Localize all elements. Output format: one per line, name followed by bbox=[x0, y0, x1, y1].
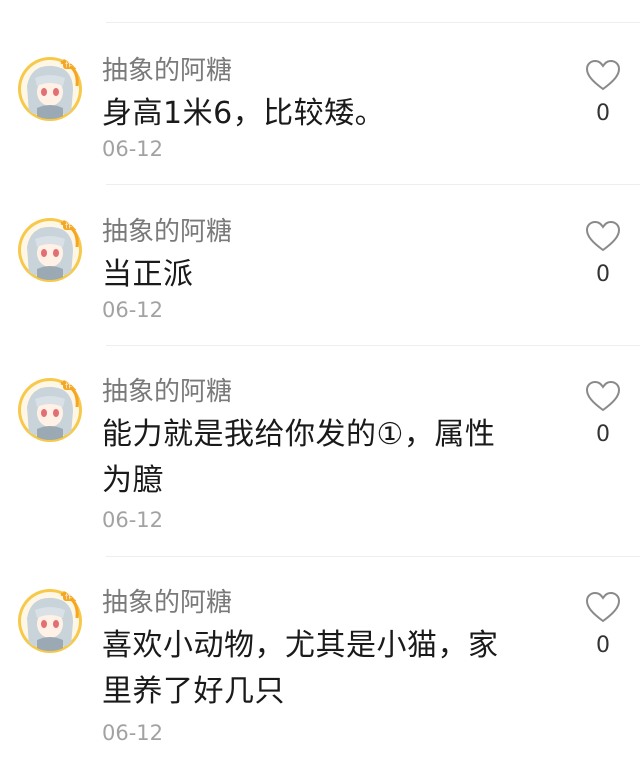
comment-author[interactable]: 抽象的阿糖 bbox=[102, 587, 232, 619]
author-badge: 作者 bbox=[65, 381, 79, 390]
comment-author[interactable]: 抽象的阿糖 bbox=[102, 376, 232, 408]
divider bbox=[106, 345, 640, 346]
author-avatar[interactable]: 作者 bbox=[17, 217, 83, 283]
like-button[interactable]: 0 bbox=[584, 219, 624, 289]
comment-text: 喜欢小动物，尤其是小猫，家里养了好几只 bbox=[102, 628, 499, 709]
author-badge: 作者 bbox=[65, 592, 79, 601]
like-count: 0 bbox=[596, 633, 610, 658]
heart-outline-icon[interactable] bbox=[584, 219, 622, 253]
comment-item: 作者 抽象的阿糖 能力就是我给你发的①，属性为臆 06-12 0 bbox=[0, 365, 640, 555]
author-avatar[interactable]: 作者 bbox=[17, 588, 83, 654]
comment-date: 06-12 bbox=[102, 721, 164, 745]
heart-outline-icon[interactable] bbox=[584, 379, 622, 413]
previous-comment-fragment bbox=[106, 0, 640, 24]
heart-outline-icon[interactable] bbox=[584, 590, 622, 624]
heart-outline-icon[interactable] bbox=[584, 58, 622, 92]
divider bbox=[106, 556, 640, 557]
comment-text: 能力就是我给你发的①，属性为臆 bbox=[102, 417, 496, 498]
comment-date: 06-12 bbox=[102, 137, 164, 161]
comment-author[interactable]: 抽象的阿糖 bbox=[102, 216, 232, 248]
comment-item: 作者 抽象的阿糖 喜欢小动物，尤其是小猫，家里养了好几只 06-12 0 bbox=[0, 576, 640, 763]
author-badge: 作者 bbox=[65, 221, 79, 230]
like-count: 0 bbox=[596, 262, 610, 287]
divider bbox=[106, 22, 640, 23]
comment-text: 身高1米6，比较矮。 bbox=[102, 96, 386, 131]
comment-date: 06-12 bbox=[102, 298, 164, 322]
like-count: 0 bbox=[596, 422, 610, 447]
author-avatar[interactable]: 作者 bbox=[17, 377, 83, 443]
like-button[interactable]: 0 bbox=[584, 58, 624, 128]
divider bbox=[106, 184, 640, 185]
author-avatar[interactable]: 作者 bbox=[17, 56, 83, 122]
comment-author[interactable]: 抽象的阿糖 bbox=[102, 55, 232, 87]
author-badge: 作者 bbox=[65, 60, 79, 69]
like-button[interactable]: 0 bbox=[584, 379, 624, 449]
comment-item: 作者 抽象的阿糖 身高1米6，比较矮。 06-12 0 bbox=[0, 44, 640, 184]
comment-text: 当正派 bbox=[102, 257, 194, 292]
comment-date: 06-12 bbox=[102, 508, 164, 532]
like-count: 0 bbox=[596, 101, 610, 126]
comment-item: 作者 抽象的阿糖 当正派 06-12 0 bbox=[0, 205, 640, 345]
like-button[interactable]: 0 bbox=[584, 590, 624, 660]
previous-comment-clip bbox=[106, 0, 640, 24]
